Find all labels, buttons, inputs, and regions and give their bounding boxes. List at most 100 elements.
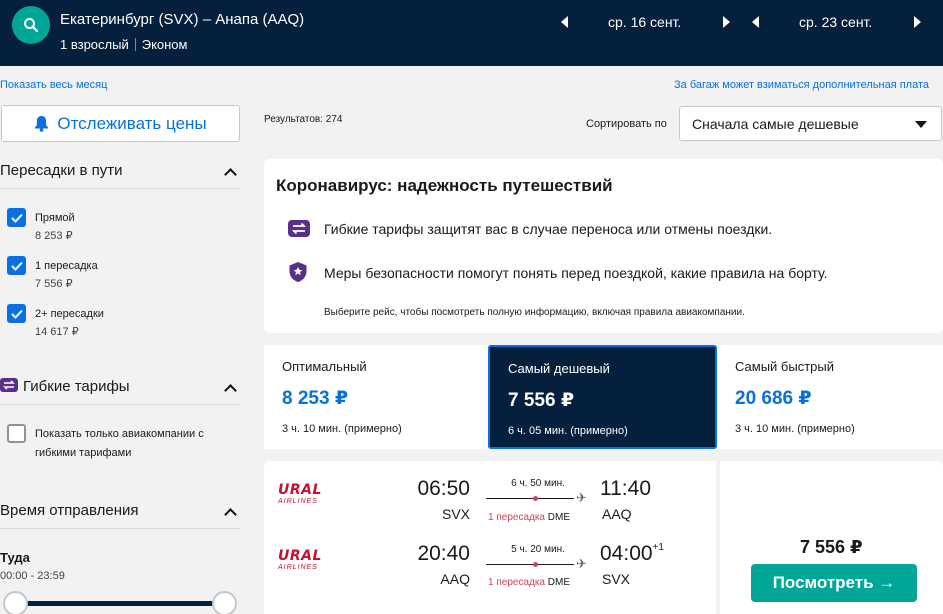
search-icon[interactable] [12, 6, 50, 44]
stops-option-price: 14 617 ₽ [35, 326, 79, 338]
flight-price: 7 556 ₽ [800, 537, 863, 557]
flex-fare-icon [0, 377, 18, 398]
stops-count: 1 пересадка [488, 577, 545, 588]
trip-meta[interactable]: 1 взрослый Эконом [60, 37, 187, 52]
checkbox-two-plus-stops[interactable] [7, 304, 26, 323]
tab-duration: 3 ч. 10 мин. (примерно) [282, 423, 402, 435]
stops-info: 1 пересадка DME [488, 512, 570, 523]
departure-airport: SVX [441, 506, 470, 522]
airline-logo-bottom: AIRLINES [278, 498, 318, 505]
tab-name: Самый быстрый [735, 359, 834, 374]
stops-option-price: 8 253 ₽ [35, 230, 73, 242]
flex-option-label-line1[interactable]: Показать только авиакомпании с [35, 428, 204, 440]
stops-via: DME [547, 577, 571, 588]
outbound-range: 00:00 - 23:59 [0, 570, 65, 582]
arrival-time: 11:40 [600, 477, 651, 500]
return-date[interactable]: ср. 23 сент. [799, 14, 872, 30]
depart-prev-button[interactable] [561, 12, 568, 32]
day-offset: +1 [652, 542, 664, 553]
slider-handle-min[interactable] [3, 591, 28, 614]
arrival-time-wrap: 04:00+1 [600, 542, 664, 566]
stops-option-label[interactable]: 2+ пересадки [35, 308, 104, 320]
stop-dot [533, 562, 538, 567]
chevron-up-icon[interactable] [224, 384, 237, 397]
show-month-link[interactable]: Показать весь месяц [0, 79, 107, 91]
caret-down-icon [915, 121, 927, 128]
plane-icon: ✈ [576, 556, 587, 571]
plane-icon: ✈ [576, 490, 587, 505]
tab-best[interactable]: Оптимальный 8 253 ₽ 3 ч. 10 мин. (пример… [264, 345, 488, 449]
view-flight-button[interactable]: Посмотреть → [751, 564, 917, 602]
stops-option-label[interactable]: 1 пересадка [35, 260, 98, 272]
tab-duration: 6 ч. 05 мин. (примерно) [508, 425, 628, 437]
departure-slider-track[interactable] [14, 601, 226, 606]
stops-info: 1 пересадка DME [488, 577, 570, 588]
divider [0, 528, 240, 529]
airline-logo: URAL AIRLINES [278, 549, 322, 572]
tab-cheapest[interactable]: Самый дешевый 7 556 ₽ 6 ч. 05 мин. (прим… [488, 345, 717, 449]
stops-option-price: 7 556 ₽ [35, 278, 73, 290]
return-prev-button[interactable] [752, 12, 759, 32]
divider [0, 188, 240, 189]
chevron-right-icon [723, 16, 730, 28]
return-next-button[interactable] [914, 12, 921, 32]
tab-price: 7 556 ₽ [508, 390, 575, 411]
airline-logo-bottom: AIRLINES [278, 564, 318, 571]
departure-airport: AAQ [440, 571, 470, 587]
departure-time-title[interactable]: Время отправления [0, 502, 139, 519]
chevron-up-icon[interactable] [224, 508, 237, 521]
checkmark-icon [10, 309, 23, 319]
stops-count: 1 пересадка [488, 512, 545, 523]
outbound-label: Туда [0, 550, 30, 565]
flight-duration: 6 ч. 50 мин. [511, 478, 565, 489]
route-line [486, 564, 574, 565]
departure-time: 20:40 [417, 542, 470, 565]
covid-line-safety: Меры безопасности помогут понять перед п… [324, 265, 828, 281]
flex-option-label-line2[interactable]: гибкими тарифами [35, 447, 131, 459]
chevron-right-icon [914, 16, 921, 28]
sort-label: Сортировать по [586, 118, 667, 130]
passengers-label: 1 взрослый [60, 37, 129, 52]
departure-time: 06:50 [417, 477, 470, 500]
tab-name: Самый дешевый [508, 361, 610, 376]
search-header: Екатеринбург (SVX) – Анапа (AAQ) 1 взрос… [0, 0, 943, 66]
slider-handle-max[interactable] [212, 591, 237, 614]
results-count: Результатов: 274 [264, 114, 343, 125]
stops-filter-title[interactable]: Пересадки в пути [0, 162, 123, 179]
checkbox-one-stop[interactable] [7, 256, 26, 275]
flight-result-card[interactable]: URAL AIRLINES 06:50 SVX 6 ч. 50 мин. ✈ 1… [264, 461, 716, 614]
tab-fastest[interactable]: Самый быстрый 20 686 ₽ 3 ч. 10 мин. (при… [717, 345, 943, 449]
checkmark-icon [10, 213, 23, 223]
flex-filter-title[interactable]: Гибкие тарифы [23, 378, 130, 395]
price-card: 7 556 ₽ Посмотреть → [720, 461, 943, 614]
stops-option-label[interactable]: Прямой [35, 212, 75, 224]
stops-via: DME [547, 512, 571, 523]
tab-name: Оптимальный [282, 359, 367, 374]
route-line [486, 498, 574, 499]
airline-logo-top: URAL [278, 548, 322, 564]
shield-icon [288, 261, 308, 288]
meta-divider [134, 38, 136, 51]
bell-icon [35, 116, 49, 132]
chevron-left-icon [561, 16, 568, 28]
covid-title: Коронавирус: надежность путешествий [276, 176, 613, 195]
depart-next-button[interactable] [723, 12, 730, 32]
chevron-up-icon[interactable] [224, 168, 237, 181]
tab-price: 20 686 ₽ [735, 388, 812, 409]
cabin-label: Эконом [141, 37, 188, 52]
chevron-left-icon [752, 16, 759, 28]
tab-duration: 3 ч. 10 мин. (примерно) [735, 423, 855, 435]
sort-dropdown[interactable]: Сначала самые дешевые [679, 106, 942, 141]
route-title[interactable]: Екатеринбург (SVX) – Анапа (AAQ) [60, 11, 304, 28]
arrival-airport: SVX [602, 571, 631, 587]
baggage-link[interactable]: За багаж может взиматься дополнительная … [674, 79, 929, 91]
arrival-airport: AAQ [602, 506, 632, 522]
depart-date[interactable]: ср. 16 сент. [608, 14, 681, 30]
track-prices-button[interactable]: Отслеживать цены [1, 105, 240, 142]
stop-dot [533, 496, 538, 501]
tab-price: 8 253 ₽ [282, 388, 349, 409]
airline-logo-top: URAL [278, 482, 322, 498]
flex-fare-icon [288, 219, 310, 243]
checkbox-flex-only[interactable] [7, 424, 26, 443]
checkbox-direct[interactable] [7, 208, 26, 227]
